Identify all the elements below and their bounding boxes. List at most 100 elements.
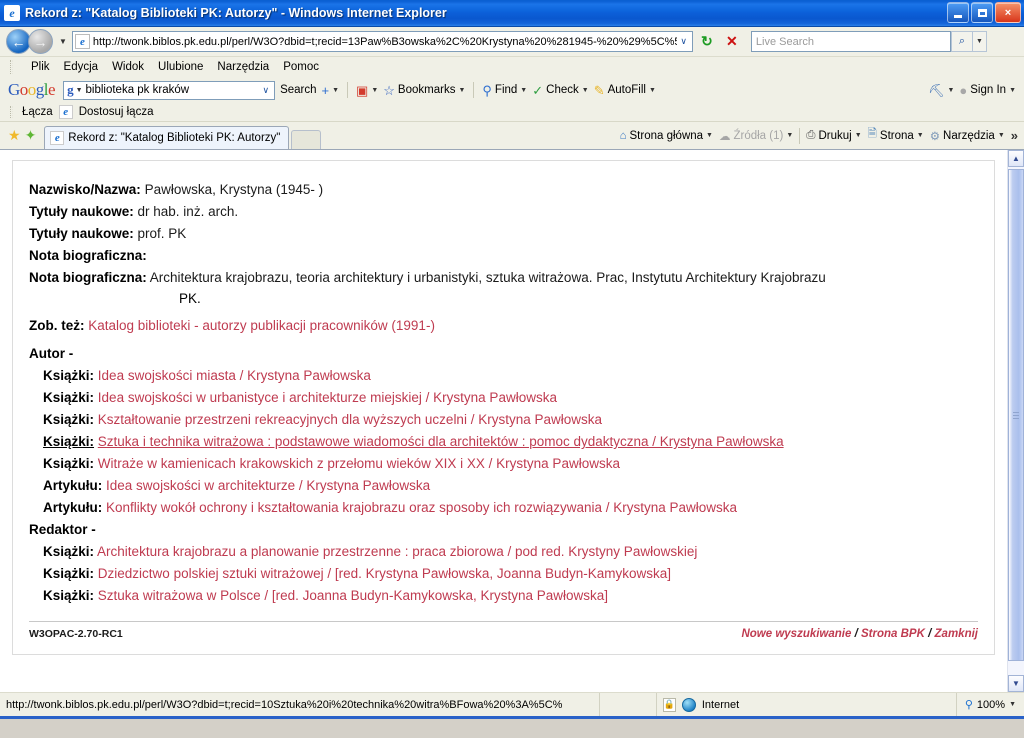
chevron-down-icon[interactable]: ▼	[1009, 701, 1016, 708]
signin-label: Sign In	[970, 84, 1007, 96]
scroll-thumb-grip	[1013, 412, 1019, 419]
entry-link[interactable]: Idea swojskości miasta / Krystyna Pawłow…	[98, 368, 371, 383]
favorites-center-icon[interactable]: ★	[6, 127, 23, 149]
security-zone[interactable]: 🔒 Internet	[657, 693, 957, 716]
chevron-down-icon[interactable]: ▼	[458, 87, 465, 94]
scroll-thumb[interactable]	[1008, 169, 1024, 661]
chevron-down-icon[interactable]: ▼	[1009, 87, 1016, 94]
bpk-home-link[interactable]: Strona BPK	[861, 628, 925, 640]
ie-icon: e	[4, 5, 20, 21]
scroll-track[interactable]	[1008, 167, 1024, 675]
autofill-label: AutoFill	[607, 84, 646, 96]
page-label: Strona	[879, 129, 914, 142]
tab-record[interactable]: e Rekord z: "Katalog Biblioteki PK: Auto…	[44, 126, 290, 149]
field-value: Architektura krajobrazu, teoria architek…	[149, 270, 826, 285]
google-search-button[interactable]: Search	[280, 84, 316, 96]
forward-button[interactable]: →	[28, 29, 53, 54]
taskbar-strip	[0, 716, 1024, 719]
scroll-down-button[interactable]: ▼	[1008, 675, 1024, 692]
entry-type-label: Książki:	[43, 566, 95, 581]
feeds-button: ☁ Źródła (1) ▼	[719, 129, 793, 143]
google-search-input[interactable]: g ▼ biblioteka pk kraków ∨	[63, 80, 276, 100]
close-link[interactable]: Zamknij	[935, 628, 978, 640]
menu-item-pomoc[interactable]: Pomoc	[283, 61, 319, 73]
entry-link[interactable]: Konflikty wokół ochrony i kształtowania …	[106, 500, 737, 515]
tab-favicon-icon: e	[50, 131, 65, 145]
menu-item-widok[interactable]: Widok	[112, 61, 144, 73]
entry-link[interactable]: Idea swojskości w urbanistyce i architek…	[98, 390, 557, 405]
google-signin-button[interactable]: ● Sign In ▼	[959, 84, 1016, 97]
status-bar: http://twonk.biblos.pk.edu.pl/perl/W3O?d…	[0, 692, 1024, 716]
links-grip[interactable]	[10, 106, 13, 118]
google-logo: Google	[8, 80, 56, 99]
entry-row: Książki: Witraże w kamienicach krakowski…	[29, 453, 978, 475]
entry-link[interactable]: Sztuka i technika witrażowa : podstawowe…	[98, 434, 784, 449]
google-notebook-button[interactable]: ▣ ▼	[356, 84, 378, 97]
entry-link[interactable]: Dziedzictwo polskiej sztuki witrażowej /…	[98, 566, 671, 581]
refresh-icon[interactable]: ↻	[696, 31, 718, 53]
stop-icon[interactable]: ✕	[721, 31, 743, 53]
search-input[interactable]: Live Search	[750, 31, 951, 52]
google-search-mode-caret-icon[interactable]: ▼	[76, 87, 83, 94]
chevron-down-icon[interactable]: ▼	[917, 132, 924, 139]
page-icon: 🗎	[867, 128, 877, 140]
section-heading-editor: Redaktor -	[29, 519, 978, 541]
zoom-control[interactable]: ⚲ 100% ▼	[957, 698, 1024, 712]
entry-type-label: Książki:	[43, 434, 95, 449]
menu-item-narzedzia[interactable]: Narzędzia	[217, 61, 269, 73]
field-label: Nota biograficzna:	[29, 270, 147, 285]
menu-item-ulubione[interactable]: Ulubione	[158, 61, 203, 73]
google-bookmarks-button[interactable]: ☆ Bookmarks ▼	[383, 84, 465, 97]
entry-link[interactable]: Architektura krajobrazu a planowanie prz…	[97, 544, 697, 559]
entry-row: Książki: Idea swojskości w urbanistyce i…	[29, 387, 978, 409]
toolbar-overflow-icon[interactable]: »	[1011, 128, 1018, 143]
close-button[interactable]: ×	[995, 2, 1021, 23]
chevron-down-icon[interactable]: ▼	[582, 87, 589, 94]
field-label: Tytuły naukowe:	[29, 204, 134, 219]
search-provider-dropdown-icon[interactable]: ▼	[972, 31, 987, 52]
new-tab-button[interactable]	[291, 130, 322, 149]
page-menu-button[interactable]: 🗎 Strona ▼	[868, 126, 924, 145]
tools-menu-button[interactable]: ⚙ Narzędzia ▼	[930, 129, 1005, 143]
chevron-down-icon[interactable]: ▼	[855, 132, 862, 139]
toolbar-divider	[347, 82, 349, 98]
see-also-link[interactable]: Katalog biblioteki - autorzy publikacji …	[88, 318, 435, 333]
google-find-button[interactable]: ⚲ Find ▼	[482, 84, 527, 97]
entry-link[interactable]: Kształtowanie przestrzeni rekreacyjnych …	[98, 412, 602, 427]
google-search-dropdown-icon[interactable]: ∨	[259, 85, 272, 96]
entry-link[interactable]: Sztuka witrażowa w Polsce / [red. Joanna…	[98, 588, 608, 603]
url-input[interactable]: e http://twonk.biblos.pk.edu.pl/perl/W3O…	[71, 31, 693, 52]
menu-item-plik[interactable]: Plik	[31, 61, 50, 73]
chevron-down-icon[interactable]: ▼	[649, 87, 656, 94]
scroll-up-button[interactable]: ▲	[1008, 150, 1024, 167]
add-to-favorites-icon[interactable]: ✦	[23, 127, 39, 149]
history-dropdown-icon[interactable]: ▼	[59, 37, 67, 46]
minimize-button[interactable]	[947, 2, 969, 23]
chevron-down-icon[interactable]: ▼	[706, 132, 713, 139]
field-label: Tytuły naukowe:	[29, 226, 134, 241]
google-settings-button[interactable]: ⛏ ▼	[928, 84, 954, 97]
maximize-button[interactable]	[971, 2, 993, 23]
customize-links-item[interactable]: Dostosuj łącza	[79, 106, 154, 118]
chevron-down-icon[interactable]: ▼	[998, 132, 1005, 139]
menu-item-edycja[interactable]: Edycja	[64, 61, 99, 73]
search-icon[interactable]: ⌕	[950, 31, 973, 52]
google-plus-button[interactable]: + ▼	[322, 84, 340, 97]
chevron-down-icon[interactable]: ▼	[947, 87, 954, 94]
minimize-glyph	[954, 14, 962, 18]
new-search-link[interactable]: Nowe wyszukiwanie	[741, 628, 851, 640]
chevron-down-icon[interactable]: ▼	[332, 87, 339, 94]
print-button[interactable]: ⎙ Drukuj ▼	[806, 129, 861, 142]
google-check-button[interactable]: ✓ Check ▼	[532, 84, 588, 97]
home-button[interactable]: ⌂ Strona główna ▼	[620, 130, 713, 142]
google-autofill-button[interactable]: ✎ AutoFill ▼	[594, 84, 656, 97]
entry-link[interactable]: Witraże w kamienicach krakowskich z prze…	[98, 456, 620, 471]
menu-grip[interactable]	[10, 60, 13, 74]
chevron-down-icon[interactable]: ▼	[520, 87, 527, 94]
chevron-down-icon[interactable]: ▼	[371, 87, 378, 94]
wrench-icon: ⛏	[927, 82, 945, 98]
url-dropdown-icon[interactable]: ∨	[677, 36, 690, 47]
chevron-down-icon: ▼	[786, 132, 794, 139]
entry-link[interactable]: Idea swojskości w architekturze / Krysty…	[106, 478, 430, 493]
vertical-scrollbar[interactable]: ▲ ▼	[1007, 150, 1024, 692]
